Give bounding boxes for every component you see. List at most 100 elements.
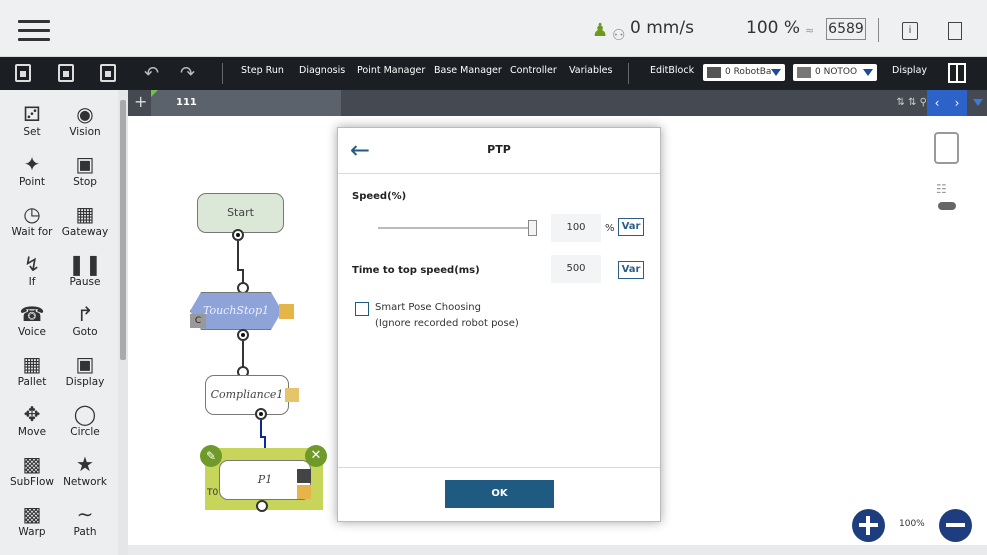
diagnosis-button[interactable]: Diagnosis [299, 65, 345, 76]
notes-icon[interactable] [948, 22, 962, 40]
node-settings-icon[interactable] [279, 304, 294, 319]
tab-111[interactable]: 111 [151, 90, 341, 116]
node-circle[interactable]: ◯ Circle [55, 402, 115, 438]
node-path[interactable]: ∼ Path [55, 502, 115, 538]
ok-button[interactable]: OK [445, 480, 554, 508]
node-subflow[interactable]: ▩ SubFlow [2, 452, 62, 488]
node-wait-for[interactable]: ◷ Wait for [2, 202, 62, 238]
panel-layout-icon[interactable] [948, 63, 966, 83]
redo-icon[interactable]: ↷ [180, 63, 195, 84]
time-var-button[interactable]: Var [618, 261, 644, 279]
move-icon: ✥ [23, 402, 41, 426]
zoom-in-button[interactable] [852, 509, 885, 542]
counter-badge: 6589 [826, 18, 866, 40]
base-manager-button[interactable]: Base Manager [434, 65, 502, 76]
editblock-button[interactable]: EditBlock [650, 65, 694, 76]
speed-label: Speed(%) [352, 191, 407, 202]
p1-tag: T0 [207, 488, 219, 498]
start-node[interactable]: Start [197, 193, 284, 233]
step-run-button[interactable]: Step Run [241, 65, 284, 76]
node-display[interactable]: ▣ Display [55, 352, 115, 388]
goto-icon: ↱ [76, 302, 94, 326]
zoom-out-button[interactable] [939, 509, 972, 542]
delete-node-icon[interactable]: ✕ [305, 445, 327, 467]
compare-icon[interactable]: ☷ [936, 182, 958, 204]
node-move[interactable]: ✥ Move [2, 402, 62, 438]
main-toolbar: ↶ ↷ Step Run Diagnosis Point Manager Bas… [0, 57, 987, 90]
prev-tab-button[interactable]: ‹ [927, 90, 947, 116]
user-icon[interactable]: ♟ [592, 20, 608, 41]
next-tab-button[interactable]: › [947, 90, 967, 116]
time-to-top-speed-label: Time to top speed(ms) [352, 265, 480, 276]
palette-scrollbar[interactable] [118, 90, 128, 555]
speed-value-field[interactable]: 100 [551, 214, 601, 242]
chevron-down-icon [771, 69, 781, 76]
speed-var-button[interactable]: Var [618, 218, 644, 236]
controller-button[interactable]: Controller [510, 65, 557, 76]
new-file-icon[interactable] [15, 64, 31, 82]
smart-pose-note: (Ignore recorded robot pose) [375, 318, 519, 329]
dialog-header: ← PTP [338, 128, 660, 174]
display-button[interactable]: Display [892, 65, 927, 76]
speed-slider-handle[interactable] [528, 220, 537, 236]
node-palette: ⚂ Set ◉ Vision ✦ Point ▣ Stop ◷ Wait for ▦ Gat… [0, 90, 120, 555]
robot-base-select[interactable]: 0 RobotBa [703, 64, 785, 81]
speed-percent: 100 % [746, 18, 801, 38]
node-settings-icon[interactable] [297, 485, 311, 499]
node-vision[interactable]: ◉ Vision [55, 102, 115, 138]
export-file-icon[interactable] [100, 64, 116, 82]
speed-icon: ⚇ [612, 26, 626, 44]
smart-pose-checkbox[interactable] [355, 302, 369, 316]
info-icon[interactable]: i [902, 22, 918, 40]
display-icon: ▣ [75, 352, 95, 376]
compliance-node[interactable]: Compliance1 [205, 375, 289, 415]
speed-unit: % [605, 223, 615, 234]
node-stop[interactable]: ▣ Stop [55, 152, 115, 188]
base-icon [707, 67, 721, 78]
gateway-icon: ▦ [75, 202, 95, 226]
node-settings-icon[interactable] [285, 388, 299, 402]
vision-icon: ◉ [76, 102, 94, 126]
node-set[interactable]: ⚂ Set [2, 102, 62, 138]
network-icon: ★ [76, 452, 94, 476]
subflow-icon: ▩ [22, 452, 42, 476]
node-goto[interactable]: ↱ Goto [55, 302, 115, 338]
signal-icon: ≈ [805, 24, 815, 37]
chevron-down-icon [863, 69, 873, 76]
node-point[interactable]: ✦ Point [2, 152, 62, 188]
point-icon: ✦ [23, 152, 41, 176]
stop-icon: ▣ [75, 152, 95, 176]
undo-icon[interactable]: ↶ [144, 63, 159, 84]
wait-icon: ◷ [23, 202, 41, 226]
circle-icon: ◯ [73, 402, 97, 426]
speed-slider-track[interactable] [378, 227, 534, 229]
node-if[interactable]: ↯ If [2, 252, 62, 288]
sort-icons[interactable]: ⇅ ⇅ ⚲ [897, 97, 927, 108]
path-icon: ∼ [76, 502, 94, 526]
point-manager-button[interactable]: Point Manager [357, 65, 425, 76]
node-tool-icon[interactable] [297, 469, 311, 483]
node-network[interactable]: ★ Network [55, 452, 115, 488]
tab-menu-chevron-icon[interactable] [973, 99, 983, 106]
canvas-scrollbar[interactable] [128, 545, 987, 555]
speed-readout: 0 mm/s [630, 18, 694, 38]
edit-node-icon[interactable]: ✎ [200, 445, 222, 467]
flow-layout-icon[interactable] [934, 132, 959, 164]
toggle-switch[interactable] [938, 202, 956, 210]
add-tab-icon[interactable]: + [134, 92, 147, 111]
warp-icon: ▩ [22, 502, 42, 526]
top-bar: ♟ ⚇ 0 mm/s 100 % ≈ 6589 i [0, 0, 987, 57]
menu-icon[interactable] [18, 20, 50, 42]
ptp-dialog: ← PTP Speed(%) 100 % Var Time to top spe… [337, 127, 661, 522]
import-file-icon[interactable] [58, 64, 74, 82]
dialog-title: PTP [487, 143, 511, 156]
tool-icon [797, 67, 811, 78]
node-pallet[interactable]: ▦ Pallet [2, 352, 62, 388]
node-pause[interactable]: ❚❚ Pause [55, 252, 115, 288]
node-voice[interactable]: ☎ Voice [2, 302, 62, 338]
node-warp[interactable]: ▩ Warp [2, 502, 62, 538]
node-gateway[interactable]: ▦ Gateway [55, 202, 115, 238]
time-value-field[interactable]: 500 [551, 255, 601, 283]
variables-button[interactable]: Variables [569, 65, 612, 76]
tool-select[interactable]: 0 NOTOO [793, 64, 877, 81]
